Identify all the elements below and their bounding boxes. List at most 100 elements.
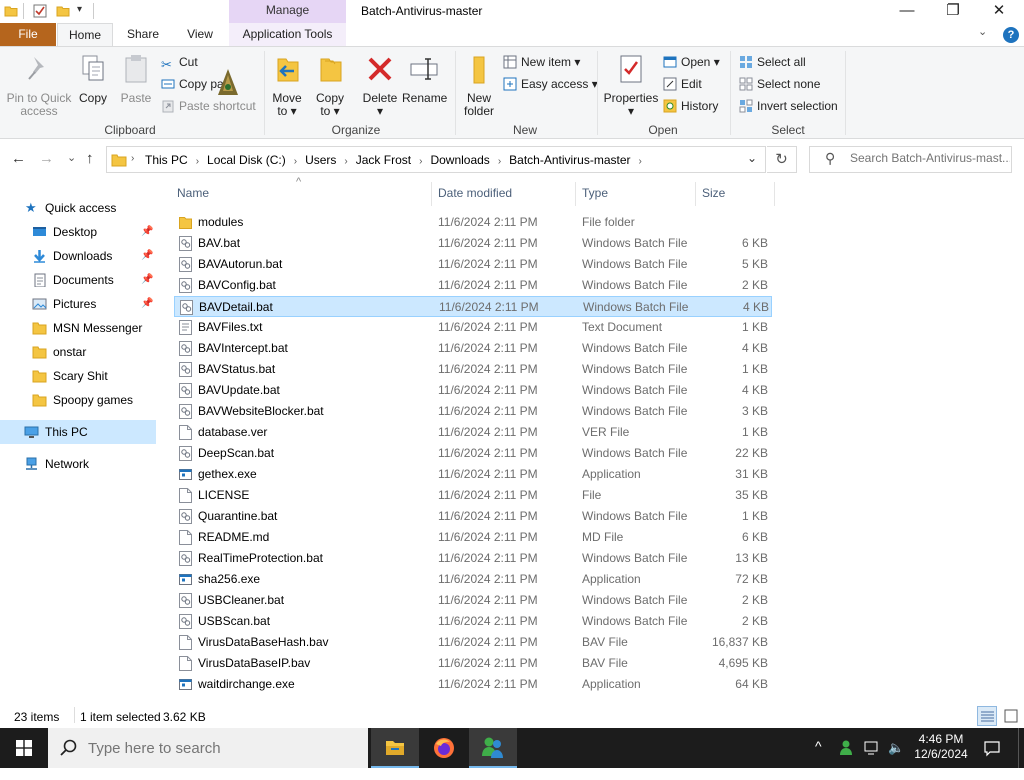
file-row[interactable]: VirusDataBaseIP.bav 11/6/2024 2:11 PM BAV … bbox=[174, 653, 772, 674]
file-row[interactable]: USBScan.bat 11/6/2024 2:11 PM Windows Batc… bbox=[174, 611, 772, 632]
chevron-right-icon[interactable]: › bbox=[196, 156, 199, 167]
file-row[interactable]: waitdirchange.exe 11/6/2024 2:11 PM Applic… bbox=[174, 674, 772, 695]
file-row[interactable]: modules 11/6/2024 2:11 PM File folder bbox=[174, 212, 772, 233]
sidebar-item-desktop[interactable]: Desktop 📌 bbox=[0, 220, 156, 244]
address-bar[interactable]: › This PC › Local Disk (C:) › Users › Jack Fro… bbox=[106, 146, 766, 173]
paste-shortcut-button[interactable]: Paste shortcut bbox=[161, 97, 256, 115]
start-button[interactable] bbox=[0, 728, 48, 768]
file-row[interactable]: DeepScan.bat 11/6/2024 2:11 PM Windows Bat… bbox=[174, 443, 772, 464]
recent-locations-button[interactable]: ⌄ bbox=[67, 151, 76, 164]
file-row[interactable]: README.md 11/6/2024 2:11 PM MD File 6 KB bbox=[174, 527, 772, 548]
file-row[interactable]: BAVConfig.bat 11/6/2024 2:11 PM Windows Ba… bbox=[174, 275, 772, 296]
chevron-right-icon[interactable]: › bbox=[639, 156, 642, 167]
breadcrumb-item[interactable]: Batch-Antivirus-master bbox=[509, 153, 630, 167]
search-box[interactable]: ⚲ bbox=[809, 146, 1012, 173]
details-view-button[interactable] bbox=[977, 706, 997, 726]
file-row[interactable]: BAVAutorun.bat 11/6/2024 2:11 PM Windows B… bbox=[174, 254, 772, 275]
column-header-size[interactable]: Size bbox=[702, 178, 772, 209]
forward-button[interactable]: → bbox=[39, 150, 54, 167]
taskbar-file-explorer[interactable] bbox=[371, 728, 419, 768]
tab-file[interactable]: File bbox=[0, 23, 56, 46]
file-row[interactable]: VirusDataBaseHash.bav 11/6/2024 2:11 PM BA… bbox=[174, 632, 772, 653]
manage-tab[interactable]: Manage bbox=[229, 0, 346, 23]
nav-network[interactable]: Network bbox=[0, 452, 156, 476]
collapse-ribbon-icon[interactable]: ⌄ bbox=[978, 25, 987, 38]
search-input[interactable] bbox=[850, 151, 1010, 165]
refresh-button[interactable]: ↻ bbox=[767, 146, 797, 173]
cut-button[interactable]: ✂ Cut bbox=[161, 53, 198, 72]
sidebar-item-onstar[interactable]: onstar bbox=[0, 340, 156, 364]
taskbar-msn-messenger[interactable] bbox=[469, 728, 517, 768]
file-row[interactable]: BAVWebsiteBlocker.bat 11/6/2024 2:11 PM Wi… bbox=[174, 401, 772, 422]
taskbar-search[interactable] bbox=[48, 728, 368, 768]
column-header-type[interactable]: Type bbox=[582, 178, 692, 209]
taskbar-search-input[interactable] bbox=[88, 740, 348, 757]
volume-icon[interactable]: 🔈 bbox=[888, 740, 904, 780]
show-desktop-button[interactable] bbox=[1018, 728, 1024, 768]
tab-share[interactable]: Share bbox=[117, 23, 169, 46]
pin-icon[interactable]: 📌 bbox=[141, 292, 153, 316]
nav-this-pc[interactable]: This PC bbox=[0, 420, 156, 444]
qat-customize-icon[interactable]: ▾ bbox=[77, 4, 82, 15]
file-row[interactable]: RealTimeProtection.bat 11/6/2024 2:11 PM W… bbox=[174, 548, 772, 569]
select-none-button[interactable]: Select none bbox=[739, 75, 820, 93]
taskbar-firefox[interactable] bbox=[420, 728, 468, 768]
sidebar-item-downloads[interactable]: Downloads 📌 bbox=[0, 244, 156, 268]
history-button[interactable]: History bbox=[663, 97, 718, 115]
column-header-date[interactable]: Date modified bbox=[438, 178, 578, 209]
select-all-button[interactable]: Select all bbox=[739, 53, 806, 71]
tab-home[interactable]: Home bbox=[57, 23, 113, 46]
pin-quick-access-button[interactable]: Pin to Quick access bbox=[6, 53, 72, 118]
tab-application-tools[interactable]: Application Tools bbox=[229, 23, 346, 46]
chevron-right-icon[interactable]: › bbox=[294, 156, 297, 167]
delete-button[interactable]: Delete ▾ bbox=[360, 53, 400, 118]
new-folder-icon[interactable] bbox=[56, 4, 70, 18]
file-row[interactable]: BAVIntercept.bat 11/6/2024 2:11 PM Windows… bbox=[174, 338, 772, 359]
breadcrumb-item[interactable]: This PC bbox=[145, 153, 188, 167]
nav-quick-access[interactable]: ★ Quick access bbox=[0, 196, 156, 220]
column-divider[interactable] bbox=[695, 182, 696, 206]
clock[interactable]: 4:46 PM 12/6/2024 bbox=[912, 732, 970, 772]
copy-to-button[interactable]: Copy to ▾ bbox=[313, 53, 347, 118]
back-button[interactable]: ← bbox=[11, 150, 26, 167]
breadcrumb-item[interactable]: Local Disk (C:) bbox=[207, 153, 286, 167]
column-divider[interactable] bbox=[575, 182, 576, 206]
notifications-icon[interactable] bbox=[983, 739, 1001, 757]
chevron-right-icon[interactable]: › bbox=[344, 156, 347, 167]
close-button[interactable]: ✕ bbox=[976, 0, 1022, 23]
sidebar-item-scary-shit[interactable]: Scary Shit bbox=[0, 364, 156, 388]
rename-button[interactable]: Rename bbox=[402, 53, 447, 105]
file-row[interactable]: Quarantine.bat 11/6/2024 2:11 PM Windows B… bbox=[174, 506, 772, 527]
file-row[interactable]: USBCleaner.bat 11/6/2024 2:11 PM Windows B… bbox=[174, 590, 772, 611]
new-item-button[interactable]: New item ▾ bbox=[503, 53, 580, 71]
maximize-button[interactable]: ❐ bbox=[930, 0, 976, 23]
up-button[interactable]: ↑ bbox=[86, 150, 94, 167]
sidebar-item-spoopy-games[interactable]: Spoopy games bbox=[0, 388, 156, 412]
file-row[interactable]: BAVFiles.txt 11/6/2024 2:11 PM Text Docume… bbox=[174, 317, 772, 338]
minimize-button[interactable]: — bbox=[884, 0, 930, 23]
pin-icon[interactable]: 📌 bbox=[141, 268, 153, 292]
column-divider[interactable] bbox=[774, 182, 775, 206]
msn-tray-icon[interactable] bbox=[839, 739, 857, 757]
paste-button[interactable]: Paste bbox=[118, 53, 154, 105]
help-icon[interactable]: ? bbox=[1003, 27, 1019, 43]
sidebar-item-msn-messenger[interactable]: MSN Messenger bbox=[0, 316, 156, 340]
open-button[interactable]: Open ▾ bbox=[663, 53, 720, 71]
properties-button[interactable]: Properties ▾ bbox=[603, 53, 659, 118]
chevron-right-icon[interactable]: › bbox=[419, 156, 422, 167]
column-header-name[interactable]: Name bbox=[177, 178, 431, 209]
move-to-button[interactable]: Move to ▾ bbox=[270, 53, 304, 118]
file-row[interactable]: LICENSE 11/6/2024 2:11 PM File 35 KB bbox=[174, 485, 772, 506]
sidebar-item-pictures[interactable]: Pictures 📌 bbox=[0, 292, 156, 316]
sidebar-item-documents[interactable]: Documents 📌 bbox=[0, 268, 156, 292]
edit-button[interactable]: Edit bbox=[663, 75, 702, 93]
file-row[interactable]: database.ver 11/6/2024 2:11 PM VER File 1 K… bbox=[174, 422, 772, 443]
pin-icon[interactable]: 📌 bbox=[141, 244, 153, 268]
copy-button[interactable]: Copy bbox=[76, 53, 110, 105]
properties-check-icon[interactable] bbox=[33, 4, 47, 18]
breadcrumb-item[interactable]: Downloads bbox=[430, 153, 489, 167]
file-row[interactable]: BAV.bat 11/6/2024 2:11 PM Windows Batch Fi… bbox=[174, 233, 772, 254]
tab-view[interactable]: View bbox=[176, 23, 224, 46]
breadcrumb-item[interactable]: Users bbox=[305, 153, 336, 167]
network-tray-icon[interactable] bbox=[864, 740, 881, 756]
